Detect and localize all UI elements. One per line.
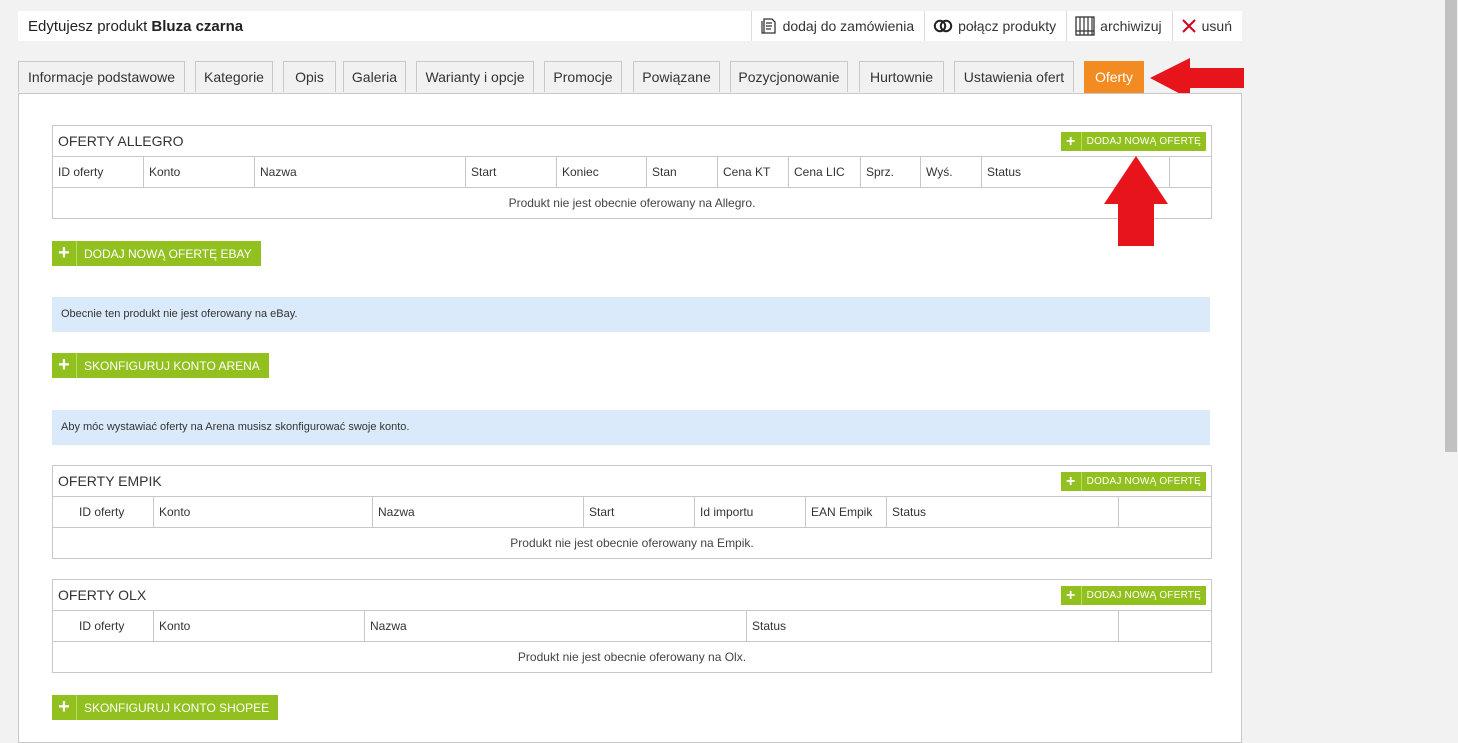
add-ebay-offer-button[interactable]: + DODAJ NOWĄ OFERTĘ EBAY	[52, 241, 261, 266]
olx-offers-header: OFERTY OLX + DODAJ NOWĄ OFERTĘ	[53, 580, 1211, 611]
add-to-order-label: dodaj do zamówienia	[782, 18, 915, 34]
arrow-up-icon	[1104, 156, 1168, 246]
empik-add-offer-label: DODAJ NOWĄ OFERTĘ	[1086, 475, 1201, 487]
column-header: Start	[584, 497, 695, 527]
archive-label: archiwizuj	[1100, 18, 1162, 34]
empik-offers-title: OFERTY EMPIK	[58, 473, 162, 489]
plus-icon: +	[52, 241, 77, 266]
column-header	[1170, 157, 1211, 187]
header-actions: dodaj do zamówienia połącz produkty arch…	[750, 11, 1242, 41]
tab-galeria[interactable]: Galeria	[343, 61, 406, 92]
plus-icon: +	[52, 695, 77, 720]
page-title: Edytujesz produkt Bluza czarna	[28, 18, 243, 35]
product-name: Bluza czarna	[151, 18, 244, 35]
olx-offers-title: OFERTY OLX	[58, 587, 147, 603]
tab-ustawienia-ofert[interactable]: Ustawienia ofert	[954, 61, 1074, 92]
column-header: Konto	[144, 157, 255, 187]
arena-info-message: Aby móc wystawiać oferty na Arena musisz…	[52, 410, 1210, 445]
delete-label: usuń	[1201, 18, 1232, 34]
archive-button[interactable]: archiwizuj	[1066, 11, 1171, 41]
olx-empty-row: Produkt nie jest obecnie oferowany na Ol…	[517, 650, 747, 664]
close-icon	[1181, 19, 1196, 33]
page-scrollbar[interactable]	[1443, 0, 1458, 730]
archive-icon	[1075, 16, 1095, 36]
empik-table-header: ID oferty Konto Nazwa Start Id importu E…	[53, 497, 1211, 528]
delete-button[interactable]: usuń	[1171, 11, 1242, 41]
tab-powiazane[interactable]: Powiązane	[633, 61, 720, 92]
allegro-offers-header: OFERTY ALLEGRO + DODAJ NOWĄ OFERTĘ	[53, 126, 1211, 157]
column-header: Nazwa	[255, 157, 466, 187]
column-header	[1119, 497, 1211, 527]
plus-icon: +	[52, 353, 77, 378]
empik-add-offer-button[interactable]: + DODAJ NOWĄ OFERTĘ	[1060, 472, 1206, 491]
product-header: Edytujesz produkt Bluza czarna dodaj do …	[18, 11, 1242, 41]
column-header: ID oferty	[53, 497, 154, 527]
tab-opis[interactable]: Opis	[283, 61, 336, 92]
tab-pozycjonowanie[interactable]: Pozycjonowanie	[730, 61, 848, 92]
order-icon	[760, 18, 776, 34]
scrollbar-thumb[interactable]	[1445, 0, 1457, 452]
allegro-offers-title: OFERTY ALLEGRO	[58, 133, 184, 149]
column-header: Start	[466, 157, 557, 187]
link-icon	[933, 19, 953, 33]
tab-informacje-podstawowe[interactable]: Informacje podstawowe	[18, 61, 185, 92]
column-header: ID oferty	[53, 157, 144, 187]
configure-shopee-button[interactable]: + SKONFIGURUJ KONTO SHOPEE	[52, 695, 279, 720]
tab-kategorie[interactable]: Kategorie	[195, 61, 273, 92]
empik-offers-box: OFERTY EMPIK + DODAJ NOWĄ OFERTĘ ID ofer…	[52, 465, 1212, 559]
column-header: Wyś.	[921, 157, 982, 187]
olx-table-header: ID oferty Konto Nazwa Status	[53, 611, 1211, 642]
column-header: Konto	[154, 611, 365, 641]
column-header: Cena KT	[718, 157, 789, 187]
olx-add-offer-label: DODAJ NOWĄ OFERTĘ	[1086, 589, 1201, 601]
plus-icon: +	[1061, 586, 1082, 605]
allegro-add-offer-button[interactable]: + DODAJ NOWĄ OFERTĘ	[1060, 132, 1206, 151]
column-header: Konto	[154, 497, 373, 527]
tab-hurtownie[interactable]: Hurtownie	[859, 61, 944, 92]
allegro-add-offer-label: DODAJ NOWĄ OFERTĘ	[1086, 135, 1201, 147]
column-header: Nazwa	[365, 611, 747, 641]
column-header: EAN Empik	[806, 497, 887, 527]
column-header: Stan	[647, 157, 718, 187]
add-to-order-button[interactable]: dodaj do zamówienia	[750, 11, 925, 41]
empik-offers-header: OFERTY EMPIK + DODAJ NOWĄ OFERTĘ	[53, 466, 1211, 497]
column-header	[1119, 611, 1211, 641]
empik-empty-row: Produkt nie jest obecnie oferowany na Em…	[510, 536, 754, 550]
column-header: Status	[747, 611, 1119, 641]
column-header: Sprz.	[861, 157, 921, 187]
olx-add-offer-button[interactable]: + DODAJ NOWĄ OFERTĘ	[1060, 586, 1206, 605]
tab-warianty-i-opcje[interactable]: Warianty i opcje	[416, 61, 534, 92]
tab-oferty[interactable]: Oferty	[1084, 61, 1144, 93]
link-products-label: połącz produkty	[958, 18, 1057, 34]
configure-arena-label: SKONFIGURUJ KONTO ARENA	[84, 358, 260, 373]
column-header: Id importu	[695, 497, 806, 527]
offers-panel: OFERTY ALLEGRO + DODAJ NOWĄ OFERTĘ ID of…	[18, 93, 1242, 743]
olx-offers-box: OFERTY OLX + DODAJ NOWĄ OFERTĘ ID oferty…	[52, 579, 1212, 673]
column-header: Nazwa	[373, 497, 584, 527]
column-header: Status	[887, 497, 1119, 527]
plus-icon: +	[1061, 472, 1082, 491]
column-header: Cena LIC	[789, 157, 861, 187]
link-products-button[interactable]: połącz produkty	[924, 11, 1066, 41]
column-header: ID oferty	[53, 611, 154, 641]
ebay-info-message: Obecnie ten produkt nie jest oferowany n…	[52, 297, 1210, 332]
allegro-offers-box: OFERTY ALLEGRO + DODAJ NOWĄ OFERTĘ ID of…	[52, 125, 1212, 219]
title-prefix: Edytujesz produkt	[28, 18, 152, 35]
add-ebay-offer-label: DODAJ NOWĄ OFERTĘ EBAY	[84, 246, 252, 261]
column-header: Koniec	[557, 157, 647, 187]
configure-arena-button[interactable]: + SKONFIGURUJ KONTO ARENA	[52, 353, 269, 378]
allegro-table-header: ID oferty Konto Nazwa Start Koniec Stan …	[53, 157, 1211, 188]
configure-shopee-label: SKONFIGURUJ KONTO SHOPEE	[84, 700, 270, 715]
tab-promocje[interactable]: Promocje	[544, 61, 622, 92]
allegro-empty-row: Produkt nie jest obecnie oferowany na Al…	[508, 196, 756, 210]
plus-icon: +	[1061, 132, 1082, 151]
